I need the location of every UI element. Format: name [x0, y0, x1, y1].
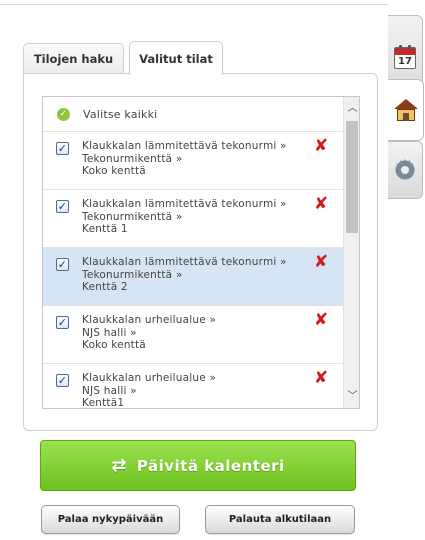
- select-all-item[interactable]: ✓ Valitse kaikki: [43, 97, 343, 132]
- remove-icon[interactable]: ✘: [314, 253, 328, 271]
- calendar-icon-day: 17: [398, 56, 412, 67]
- tab-selected-spaces[interactable]: Valitut tilat: [129, 41, 223, 75]
- item-line-1: Klaukkalan lämmitettävä tekonurmi »: [82, 198, 287, 210]
- list-item[interactable]: ✓ Klaukkalan lämmitettävä tekonurmi » Te…: [43, 248, 343, 306]
- calendar-icon: 17: [394, 45, 416, 69]
- item-line-3: Kenttä 2: [82, 281, 128, 293]
- list-item[interactable]: ✓ Klaukkalan lämmitettävä tekonurmi » Te…: [43, 132, 343, 190]
- swap-arrows-icon: ⇄: [111, 454, 127, 476]
- item-line-3: Koko kenttä: [82, 339, 146, 351]
- item-line-3: Kenttä1: [82, 397, 125, 409]
- item-line-1: Klaukkalan lämmitettävä tekonurmi »: [82, 140, 287, 152]
- item-line-1: Klaukkalan lämmitettävä tekonurmi »: [82, 256, 287, 268]
- list-item[interactable]: ✓ Klaukkalan urheilualue » NJS halli » K…: [43, 306, 343, 364]
- gear-icon: [393, 155, 417, 185]
- top-divider: [0, 4, 388, 5]
- item-checkbox[interactable]: ✓: [56, 258, 69, 271]
- item-line-1: Klaukkalan urheilualue »: [82, 314, 217, 326]
- side-tab-spaces[interactable]: [388, 79, 424, 141]
- remove-icon[interactable]: ✘: [314, 311, 328, 329]
- side-tab-settings[interactable]: [388, 141, 423, 199]
- update-calendar-button[interactable]: ⇄ Päivitä kalenteri: [40, 440, 356, 491]
- item-checkbox[interactable]: ✓: [56, 200, 69, 213]
- item-line-2: Tekonurmikenttä »: [82, 268, 183, 281]
- item-line-3: Koko kenttä: [82, 165, 146, 177]
- item-line-3: Kenttä 1: [82, 223, 128, 235]
- select-all-label: Valitse kaikki: [83, 107, 158, 121]
- item-line-2: NJS halli »: [82, 384, 137, 397]
- remove-icon[interactable]: ✘: [314, 369, 328, 387]
- list-item[interactable]: ✓ Klaukkalan lämmitettävä tekonurmi » Te…: [43, 190, 343, 248]
- item-line-1: Klaukkalan urheilualue »: [82, 372, 217, 384]
- list-scrollbar[interactable]: ︿ ﹀: [343, 97, 359, 408]
- house-icon: [393, 99, 418, 121]
- chevron-up-icon[interactable]: ︿: [344, 100, 359, 117]
- remove-icon[interactable]: ✘: [314, 195, 328, 213]
- scrollbar-thumb[interactable]: [346, 121, 358, 233]
- item-checkbox[interactable]: ✓: [56, 316, 69, 329]
- item-line-2: Tekonurmikenttä »: [82, 152, 183, 165]
- item-line-2: Tekonurmikenttä »: [82, 210, 183, 223]
- list-item[interactable]: ✓ Klaukkalan urheilualue » NJS halli » K…: [43, 364, 343, 409]
- item-checkbox[interactable]: ✓: [56, 142, 69, 155]
- item-checkbox[interactable]: ✓: [56, 374, 69, 387]
- check-circle-icon: ✓: [57, 107, 70, 121]
- update-calendar-label: Päivitä kalenteri: [136, 456, 285, 475]
- chevron-down-icon[interactable]: ﹀: [344, 388, 359, 405]
- selected-spaces-list[interactable]: ✓ Valitse kaikki ✓ Klaukkalan lämmitettä…: [42, 96, 360, 409]
- remove-icon[interactable]: ✘: [314, 137, 328, 155]
- back-to-today-button[interactable]: Palaa nykypäivään: [41, 505, 180, 534]
- tab-space-search[interactable]: Tilojen haku: [23, 43, 124, 74]
- item-line-2: NJS halli »: [82, 326, 137, 339]
- reset-button[interactable]: Palauta alkutilaan: [205, 505, 355, 534]
